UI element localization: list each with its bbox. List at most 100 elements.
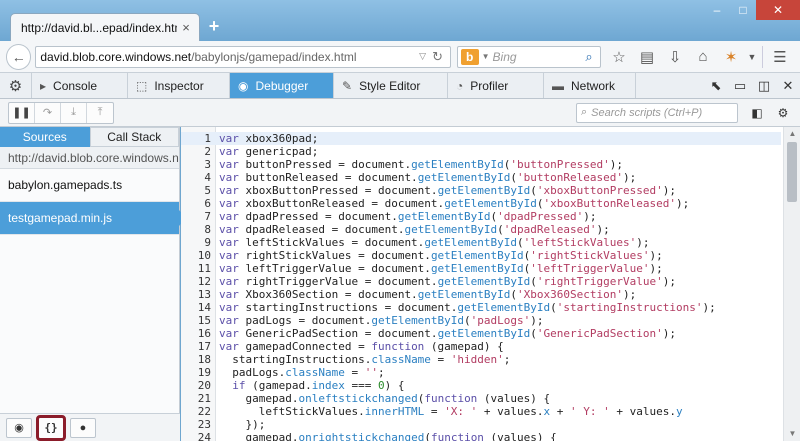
extension-icon[interactable]: ✶ [717, 45, 745, 69]
downloads-icon[interactable]: ⇩ [661, 45, 689, 69]
minimize-button[interactable]: – [704, 0, 730, 20]
code-line[interactable]: 18 startingInstructions.className = 'hid… [181, 353, 781, 366]
line-number[interactable]: 6 [181, 197, 211, 210]
code-line[interactable]: 13 var Xbox360Section = document.getEleme… [181, 288, 781, 301]
maximize-button[interactable]: □ [730, 0, 756, 20]
line-number[interactable]: 23 [181, 418, 211, 431]
element-picker-icon[interactable]: ⬉ [704, 74, 728, 98]
toggle-breakpoints-icon[interactable]: ● [70, 417, 96, 438]
line-number[interactable]: 14 [181, 301, 211, 314]
line-number[interactable]: 10 [181, 249, 211, 262]
tab-debugger[interactable]: ◉ Debugger [230, 73, 334, 98]
line-number[interactable]: 9 [181, 236, 211, 249]
code-line[interactable]: 12 var rightTriggerValue = document.getEl… [181, 275, 781, 288]
scrollbar-thumb[interactable] [787, 142, 797, 202]
tab-sources[interactable]: Sources [0, 127, 90, 147]
bookmark-star-icon[interactable]: ☆ [605, 45, 633, 69]
step-in-icon[interactable]: ⤓ [61, 102, 87, 123]
code-line[interactable]: 20 if (gamepad.index === 0) { [181, 379, 781, 392]
close-tab-icon[interactable]: × [177, 20, 195, 35]
dock-icon[interactable]: ◫ [752, 74, 776, 98]
bookmarks-menu-icon[interactable]: ▤ [633, 45, 661, 69]
code-line[interactable]: 9 var leftStickValues = document.getEleme… [181, 236, 781, 249]
url-history-dropdown-icon[interactable]: ▽ [416, 51, 430, 62]
tab-network[interactable]: ▬ Network [544, 73, 636, 98]
line-number[interactable]: 17 [181, 340, 211, 353]
line-number[interactable]: 5 [181, 184, 211, 197]
toolbox-options-icon[interactable]: ⚙ [0, 73, 32, 98]
pause-icon[interactable]: ❚❚ [9, 102, 35, 123]
vertical-scrollbar[interactable]: ▲ ▼ [783, 127, 800, 441]
code-line[interactable]: 1 var xbox360pad; [181, 132, 781, 145]
line-number[interactable]: 8 [181, 223, 211, 236]
line-number[interactable]: 1 [181, 132, 211, 145]
code-line[interactable]: 19 padLogs.className = ''; [181, 366, 781, 379]
reload-icon[interactable]: ↻ [430, 49, 446, 65]
code-line[interactable]: 23 }); [181, 418, 781, 431]
debugger-options-icon[interactable]: ⚙ [770, 102, 796, 124]
code-line[interactable]: 3 var buttonPressed = document.getElement… [181, 158, 781, 171]
code-line[interactable]: 14 var startingInstructions = document.ge… [181, 301, 781, 314]
tab-inspector[interactable]: ⬚ Inspector [128, 73, 230, 98]
code-line[interactable]: 24 gamepad.onrightstickchanged(function … [181, 431, 781, 441]
code-editor[interactable]: 1 var xbox360pad; 2 var genericpad; 3 var but… [181, 127, 800, 441]
code-line[interactable]: 6 var xboxButtonReleased = document.getEl… [181, 197, 781, 210]
back-button[interactable]: ← [6, 43, 32, 70]
code-line[interactable]: 17 var gamepadConnected = function (gamep… [181, 340, 781, 353]
toggle-panes-icon[interactable]: ◧ [744, 102, 770, 124]
line-number[interactable]: 3 [181, 158, 211, 171]
close-devtools-icon[interactable]: ✕ [776, 74, 800, 98]
code-line[interactable]: 2 var genericpad; [181, 145, 781, 158]
browser-tab[interactable]: http://david.bl...epad/index.html × [10, 13, 200, 41]
line-number[interactable]: 21 [181, 392, 211, 405]
url-bar[interactable]: david.blob.core.windows.net/babylonjs/ga… [35, 45, 451, 68]
code-line[interactable]: 8 var dpadReleased = document.getElementB… [181, 223, 781, 236]
search-engine-dropdown-icon[interactable]: ▼ [482, 52, 490, 61]
line-number[interactable]: 15 [181, 314, 211, 327]
source-item-testgamepad[interactable]: testgamepad.min.js [0, 202, 186, 235]
script-search-input[interactable]: ⌕ Search scripts (Ctrl+P) [576, 102, 738, 123]
code-line[interactable]: 21 gamepad.onleftstickchanged(function (… [181, 392, 781, 405]
line-number[interactable]: 22 [181, 405, 211, 418]
new-tab-button[interactable]: + [205, 17, 223, 35]
tab-console[interactable]: ▸ Console [32, 73, 128, 98]
code-token: ); [649, 249, 663, 262]
pretty-print-button[interactable]: {} [36, 414, 66, 441]
code-line[interactable]: 11 var leftTriggerValue = document.getEle… [181, 262, 781, 275]
code-line[interactable]: 5 var xboxButtonPressed = document.getEle… [181, 184, 781, 197]
scroll-down-icon[interactable]: ▼ [784, 427, 800, 441]
home-icon[interactable]: ⌂ [689, 45, 717, 69]
line-number[interactable]: 11 [181, 262, 211, 275]
search-icon[interactable]: ⌕ [581, 49, 597, 65]
step-out-icon[interactable]: ⤒ [87, 103, 113, 123]
line-number[interactable]: 19 [181, 366, 211, 379]
line-number[interactable]: 7 [181, 210, 211, 223]
code-line[interactable]: 16 var GenericPadSection = document.getEl… [181, 327, 781, 340]
line-number[interactable]: 20 [181, 379, 211, 392]
line-number[interactable]: 12 [181, 275, 211, 288]
tab-profiler[interactable]: ◔ Profiler [448, 73, 544, 98]
line-number[interactable]: 16 [181, 327, 211, 340]
menu-icon[interactable]: ☰ [766, 45, 794, 69]
line-number[interactable]: 2 [181, 145, 211, 158]
search-bar[interactable]: b ▼ Bing ⌕ [456, 45, 601, 68]
line-number[interactable]: 13 [181, 288, 211, 301]
code-line[interactable]: 10 var rightStickValues = document.getEle… [181, 249, 781, 262]
line-number[interactable]: 18 [181, 353, 211, 366]
step-over-icon[interactable]: ↷ [35, 102, 61, 123]
bing-logo-icon[interactable]: b [460, 48, 479, 65]
blackbox-eye-icon[interactable]: ◉ [6, 417, 32, 438]
code-line[interactable]: 15 var padLogs = document.getElementById(… [181, 314, 781, 327]
extension-dropdown-icon[interactable]: ▼ [745, 45, 759, 69]
code-line[interactable]: 22 leftStickValues.innerHTML = 'X: ' + v… [181, 405, 781, 418]
code-line[interactable]: 7 var dpadPressed = document.getElementBy… [181, 210, 781, 223]
tab-call-stack[interactable]: Call Stack [89, 127, 179, 147]
scroll-up-icon[interactable]: ▲ [784, 127, 800, 141]
source-item-babylon-gamepads[interactable]: babylon.gamepads.ts [0, 169, 179, 202]
line-number[interactable]: 24 [181, 431, 211, 441]
tab-style-editor[interactable]: ✎ Style Editor [334, 73, 448, 98]
split-console-icon[interactable]: ▭ [728, 74, 752, 98]
line-number[interactable]: 4 [181, 171, 211, 184]
close-window-button[interactable]: ✕ [756, 0, 800, 20]
code-line[interactable]: 4 var buttonReleased = document.getElemen… [181, 171, 781, 184]
